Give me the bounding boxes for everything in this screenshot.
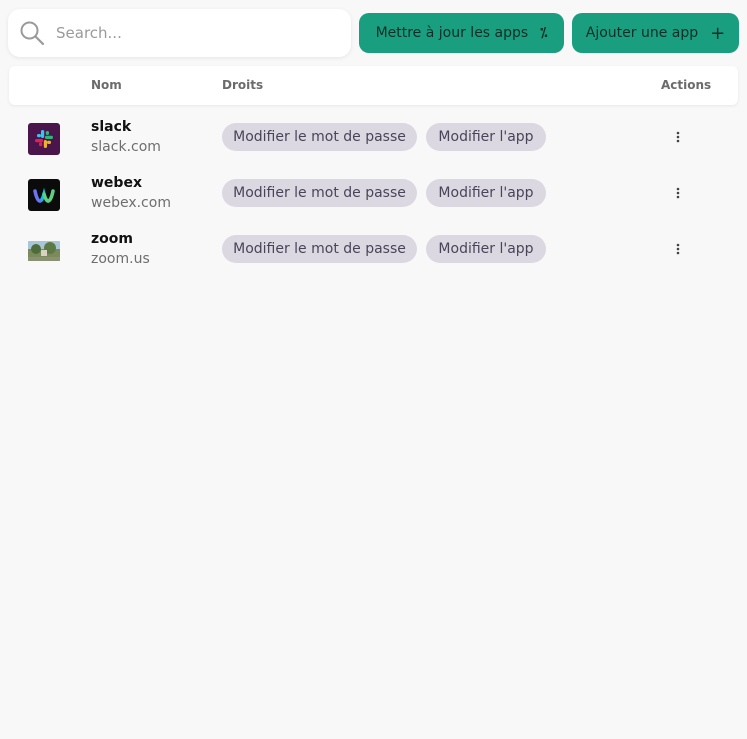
toolbar: Mettre à jour les apps ⁒ Ajouter une app…: [8, 9, 739, 57]
app-name: zoom: [91, 231, 133, 247]
column-header-rights: Droits: [222, 78, 264, 92]
right-badge-password: Modifier le mot de passe: [222, 123, 417, 151]
column-header-actions: Actions: [661, 78, 712, 92]
update-apps-label: Mettre à jour les apps: [375, 25, 529, 41]
webex-logo-icon: [28, 179, 60, 211]
right-badge-edit-app: Modifier l'app: [426, 123, 546, 151]
slack-logo-icon: [28, 123, 60, 155]
app-domain: zoom.us: [91, 251, 150, 267]
table-row[interactable]: slack slack.com Modifier le mot de passe…: [9, 117, 738, 173]
more-actions-icon[interactable]: [668, 182, 688, 204]
app-domain: slack.com: [91, 139, 161, 155]
table-header: Nom Droits Actions: [9, 66, 738, 105]
zoom-logo-icon: [28, 241, 60, 261]
app-name: webex: [91, 175, 142, 191]
update-icon: ⁒: [540, 25, 548, 41]
search-box[interactable]: [8, 9, 351, 57]
update-apps-button[interactable]: Mettre à jour les apps ⁒: [359, 13, 564, 53]
app-domain: webex.com: [91, 195, 171, 211]
search-input[interactable]: [56, 17, 341, 49]
right-badge-password: Modifier le mot de passe: [222, 179, 417, 207]
app-name: slack: [91, 119, 132, 135]
column-header-name[interactable]: Nom: [91, 78, 122, 92]
more-actions-icon[interactable]: [668, 126, 688, 148]
right-badge-edit-app: Modifier l'app: [426, 235, 546, 263]
right-badge-password: Modifier le mot de passe: [222, 235, 417, 263]
plus-icon: +: [710, 22, 726, 44]
add-app-label: Ajouter une app: [585, 25, 699, 41]
add-app-button[interactable]: Ajouter une app +: [572, 13, 739, 53]
right-badge-edit-app: Modifier l'app: [426, 179, 546, 207]
table-row[interactable]: webex webex.com Modifier le mot de passe…: [9, 173, 738, 229]
search-icon: [20, 21, 45, 46]
table-row[interactable]: zoom zoom.us Modifier le mot de passe Mo…: [9, 229, 738, 285]
more-actions-icon[interactable]: [668, 238, 688, 260]
